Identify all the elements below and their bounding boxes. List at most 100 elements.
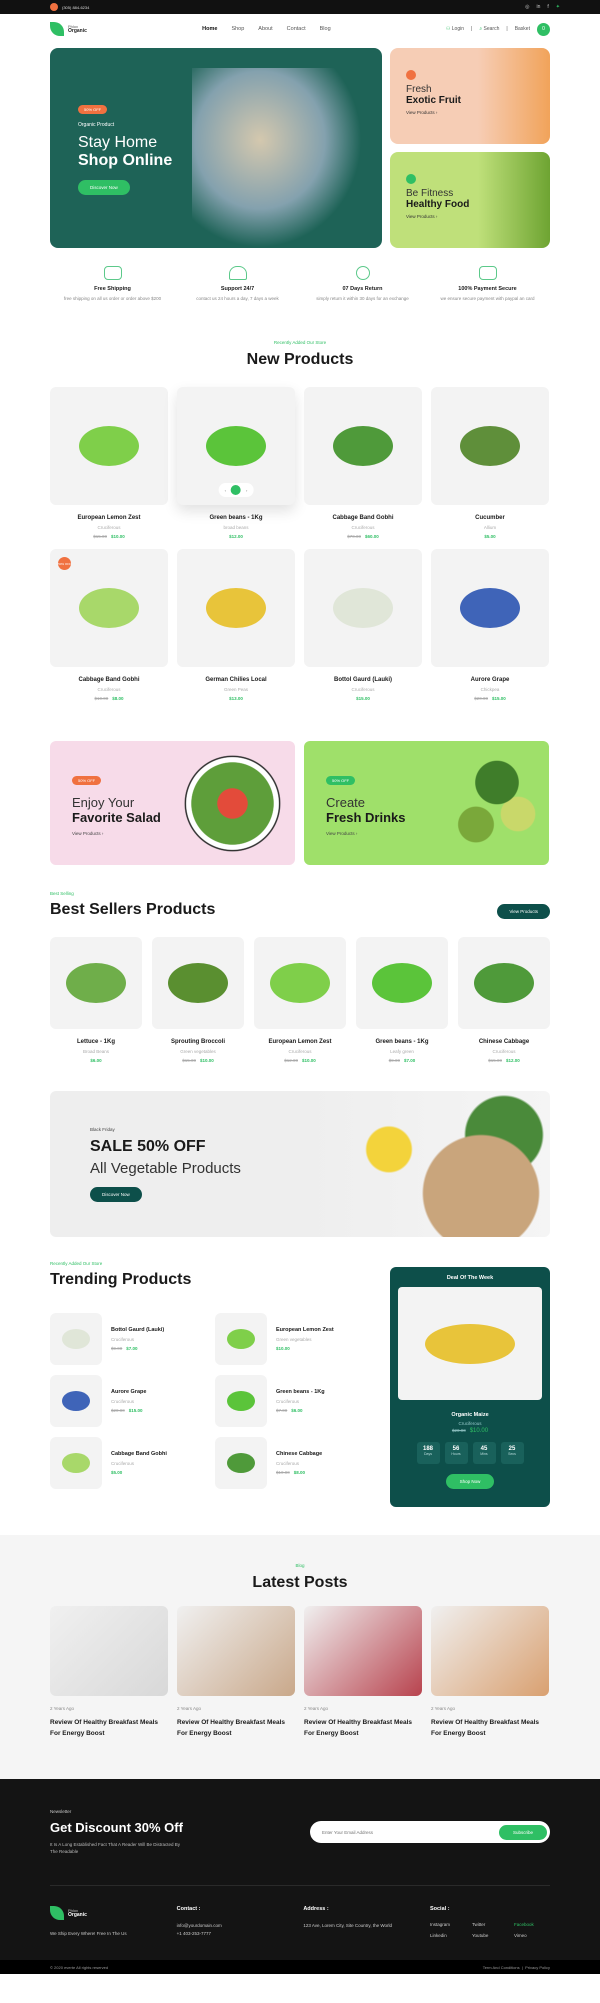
deal-product-name[interactable]: Organic Maize [398,1412,542,1418]
product-card[interactable]: European Lemon Zest Cruciferous $15.00 $10.… [50,387,168,539]
product-image[interactable] [356,937,448,1029]
product-name[interactable]: German Chilies Local [177,677,295,683]
product-image[interactable] [254,937,346,1029]
product-name[interactable]: Cabbage Band Gobhi [50,677,168,683]
view-products-button[interactable]: View Products [497,904,550,919]
product-image[interactable] [152,937,244,1029]
product-card[interactable]: Bottol Gaurd (Lauki) Cruciferous $15.00 [304,549,422,701]
product-card[interactable]: Chinese Cabbage Cruciferous $15.00 $12.00 [458,937,550,1063]
post-card[interactable]: 2 Years Ago Review Of Healthy Breakfast M… [50,1606,168,1739]
product-image[interactable] [431,387,549,505]
drinks-promo[interactable]: 50% OFF Create Fresh Drinks View Product… [304,741,549,865]
social-instagram[interactable]: Instagram [430,1922,466,1927]
social-linkedin[interactable]: Linkedin [430,1933,466,1938]
product-name[interactable]: Cabbage Band Gobhi [304,515,422,521]
logo[interactable]: Phlox Organic [50,22,87,36]
product-card[interactable]: Cabbage Band Gobhi Cruciferous $70.00 $60.0… [304,387,422,539]
facebook-icon[interactable]: f [547,4,548,10]
product-image[interactable] [50,937,142,1029]
product-name[interactable]: Green beans - 1Kg [356,1039,448,1045]
product-card[interactable]: Chinese Cabbage Cruciferous $10.00 $8.00 [215,1437,360,1489]
footer-phone[interactable]: +1 403-253-7777 [177,1930,297,1938]
social-vimeo[interactable]: Vimeo [514,1933,550,1938]
product-name[interactable]: Green beans - 1Kg [276,1389,325,1395]
login-link[interactable]: ⚇ Login [446,26,464,32]
post-image[interactable] [431,1606,549,1696]
view-products-link[interactable]: View Products › [406,110,550,115]
twitter-icon[interactable]: ✦ [556,4,560,10]
post-card[interactable]: 2 Years Ago Review Of Healthy Breakfast M… [431,1606,549,1739]
product-name[interactable]: Chinese Cabbage [458,1039,550,1045]
product-name[interactable]: European Lemon Zest [276,1327,334,1333]
view-products-link[interactable]: View Products › [406,214,550,219]
privacy-link[interactable]: Privacy Policy [525,1965,550,1970]
product-image[interactable] [215,1375,267,1427]
product-name[interactable]: European Lemon Zest [50,515,168,521]
nav-about[interactable]: About [258,26,272,32]
next-arrow-icon[interactable]: › [246,488,247,493]
product-card[interactable]: European Lemon Zest Cruciferous $12.00 $10.… [254,937,346,1063]
exotic-fruit-card[interactable]: Fresh Exotic Fruit View Products › [390,48,550,144]
product-card[interactable]: Cabbage Band Gobhi Cruciferous $5.00 [50,1437,195,1489]
basket-count-badge[interactable]: 0 [536,22,550,36]
basket-label[interactable]: Basket [515,26,530,32]
product-card[interactable]: German Chilies Local Green Peas $13.00 [177,549,295,701]
product-card[interactable]: Sprouting Broccoli Green vegetables $15.00… [152,937,244,1063]
product-image[interactable] [177,549,295,667]
salad-promo[interactable]: 50% OFF Enjoy Your Favorite Salad View P… [50,741,295,865]
product-card[interactable]: Bottol Gaurd (Lauki) Cruciferous $9.00 $7.0… [50,1313,195,1365]
product-card[interactable]: Lettuce - 1Kg Broad Beans $6.00 [50,937,142,1063]
product-card[interactable]: Green beans - 1Kg Leafy green $9.00 $7.00 [356,937,448,1063]
product-image[interactable] [50,387,168,505]
nav-blog[interactable]: Blog [320,26,331,32]
nav-home[interactable]: Home [202,26,217,32]
product-image[interactable] [458,937,550,1029]
product-card[interactable]: 50% OFF Cabbage Band Gobhi Cruciferous $10.… [50,549,168,701]
social-facebook[interactable]: Facebook [514,1922,550,1927]
post-title[interactable]: Review Of Healthy Breakfast Meals For En… [304,1717,422,1739]
product-card[interactable]: ‹ › Green beans - 1Kg broad beans $12.00 [177,387,295,539]
product-card[interactable]: Aurore Grape Cruciferous $20.00 $15.00 [50,1375,195,1427]
product-name[interactable]: Lettuce - 1Kg [50,1039,142,1045]
product-card[interactable]: European Lemon Zest Green vegetables $10.0… [215,1313,360,1365]
product-image[interactable] [431,549,549,667]
product-name[interactable]: Bottol Gaurd (Lauki) [111,1327,164,1333]
product-image[interactable] [50,1437,102,1489]
shop-now-button[interactable]: Shop Now [445,1474,495,1489]
terms-link[interactable]: Term And Conditions [483,1965,520,1970]
social-youtube[interactable]: Youtube [472,1933,508,1938]
product-name[interactable]: Chinese Cabbage [276,1451,322,1457]
product-card[interactable]: Cucumber Allium $5.00 [431,387,549,539]
post-card[interactable]: 2 Years Ago Review Of Healthy Breakfast M… [304,1606,422,1739]
product-card[interactable]: Green beans - 1Kg Cruciferous $7.00 $6.00 [215,1375,360,1427]
post-image[interactable] [177,1606,295,1696]
linkedin-icon[interactable]: in [537,4,541,10]
post-title[interactable]: Review Of Healthy Breakfast Meals For En… [50,1717,168,1739]
product-image[interactable] [50,1375,102,1427]
add-to-cart-icon[interactable] [231,485,241,495]
product-image[interactable] [304,549,422,667]
post-image[interactable] [50,1606,168,1696]
email-input[interactable] [322,1829,472,1835]
post-title[interactable]: Review Of Healthy Breakfast Meals For En… [177,1717,295,1739]
product-card[interactable]: Aurore Grape Chickpea $20.00 $15.00 [431,549,549,701]
product-name[interactable]: Sprouting Broccoli [152,1039,244,1045]
product-name[interactable]: Bottol Gaurd (Lauki) [304,677,422,683]
post-title[interactable]: Review Of Healthy Breakfast Meals For En… [431,1717,549,1739]
healthy-food-card[interactable]: Be Fitness Healthy Food View Products › [390,152,550,248]
deal-product-image[interactable] [398,1287,542,1400]
search-link[interactable]: ⌕ Search [479,26,499,32]
instagram-icon[interactable]: ◎ [525,4,529,10]
post-card[interactable]: 2 Years Ago Review Of Healthy Breakfast M… [177,1606,295,1739]
product-image[interactable]: 50% OFF [50,549,168,667]
product-name[interactable]: Cabbage Band Gobhi [111,1451,167,1457]
nav-contact[interactable]: Contact [287,26,306,32]
footer-email[interactable]: info@yourdomain.com [177,1922,297,1930]
product-image[interactable] [215,1313,267,1365]
product-name[interactable]: Aurore Grape [431,677,549,683]
product-name[interactable]: European Lemon Zest [254,1039,346,1045]
social-twitter[interactable]: Twitter [472,1922,508,1927]
product-name[interactable]: Green beans - 1Kg [177,515,295,521]
discover-now-button[interactable]: Discover Now [78,180,130,195]
product-image[interactable] [50,1313,102,1365]
